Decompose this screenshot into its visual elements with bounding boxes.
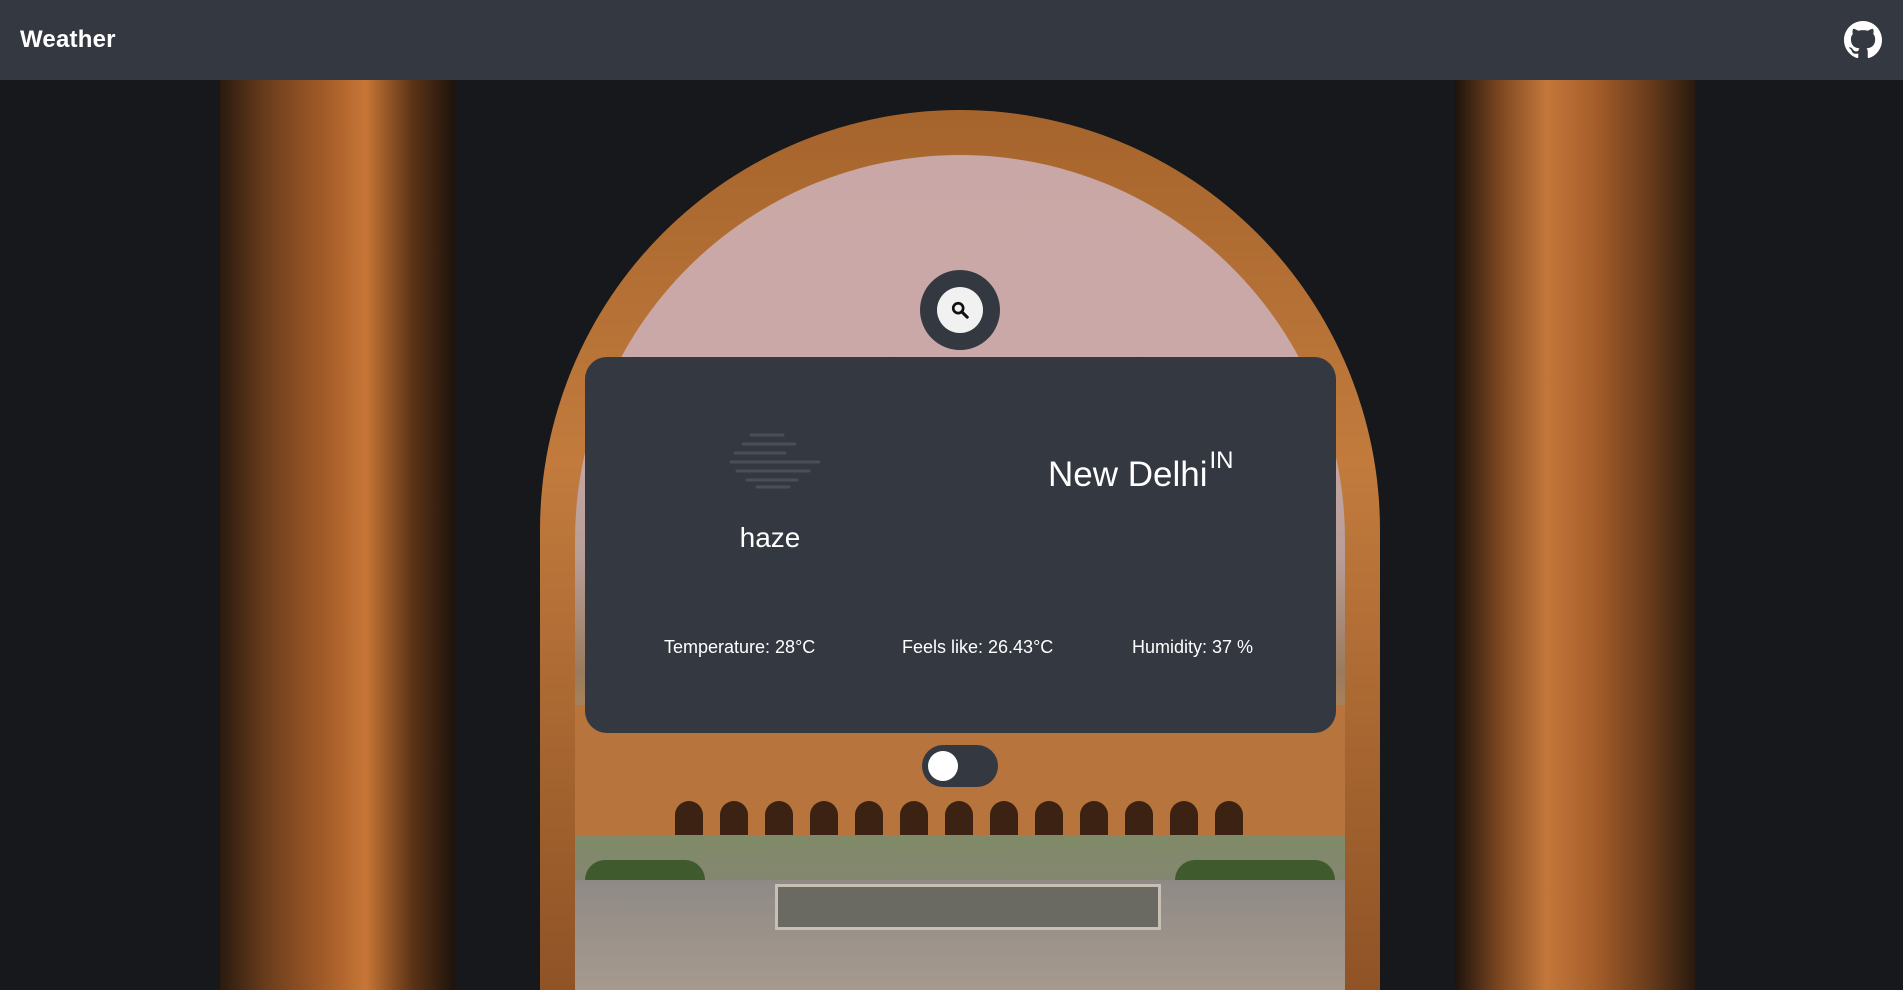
palace-arch: [855, 801, 883, 835]
country-code: IN: [1209, 447, 1234, 474]
temperature-value: Temperature: 28°C: [664, 637, 816, 657]
unit-toggle[interactable]: [922, 745, 998, 787]
palace-arch: [1080, 801, 1108, 835]
search-button-ring: [920, 270, 1000, 350]
palace-arch: [945, 801, 973, 835]
weather-condition: haze: [739, 522, 801, 553]
palace-arch: [810, 801, 838, 835]
palace-arch: [1035, 801, 1063, 835]
left-pillar: [220, 80, 455, 990]
palace-arch: [900, 801, 928, 835]
weather-card: haze New DelhiIN Temperature: 28°C Feels…: [585, 357, 1336, 733]
navbar: Weather: [0, 0, 1903, 80]
palace-arch: [1215, 801, 1243, 835]
search-button[interactable]: [937, 287, 983, 333]
palace-arch: [1170, 801, 1198, 835]
palace-arch: [675, 801, 703, 835]
app-title: Weather: [20, 26, 116, 53]
github-link[interactable]: [1843, 20, 1883, 60]
github-icon: [1844, 21, 1882, 59]
city-label: New Delhi: [1048, 455, 1208, 494]
feels-like-value: Feels like: 26.43°C: [902, 637, 1054, 657]
toggle-knob: [928, 751, 958, 781]
palace-arch: [720, 801, 748, 835]
palace-arch: [765, 801, 793, 835]
palace-arch: [990, 801, 1018, 835]
haze-icon: [729, 433, 821, 489]
city-name: New DelhiIN: [1048, 447, 1234, 495]
reflecting-pool: [775, 884, 1161, 930]
right-pillar: [1455, 80, 1695, 990]
search-icon: [951, 301, 969, 319]
palace-arch: [1125, 801, 1153, 835]
humidity-value: Humidity: 37 %: [1132, 637, 1254, 657]
